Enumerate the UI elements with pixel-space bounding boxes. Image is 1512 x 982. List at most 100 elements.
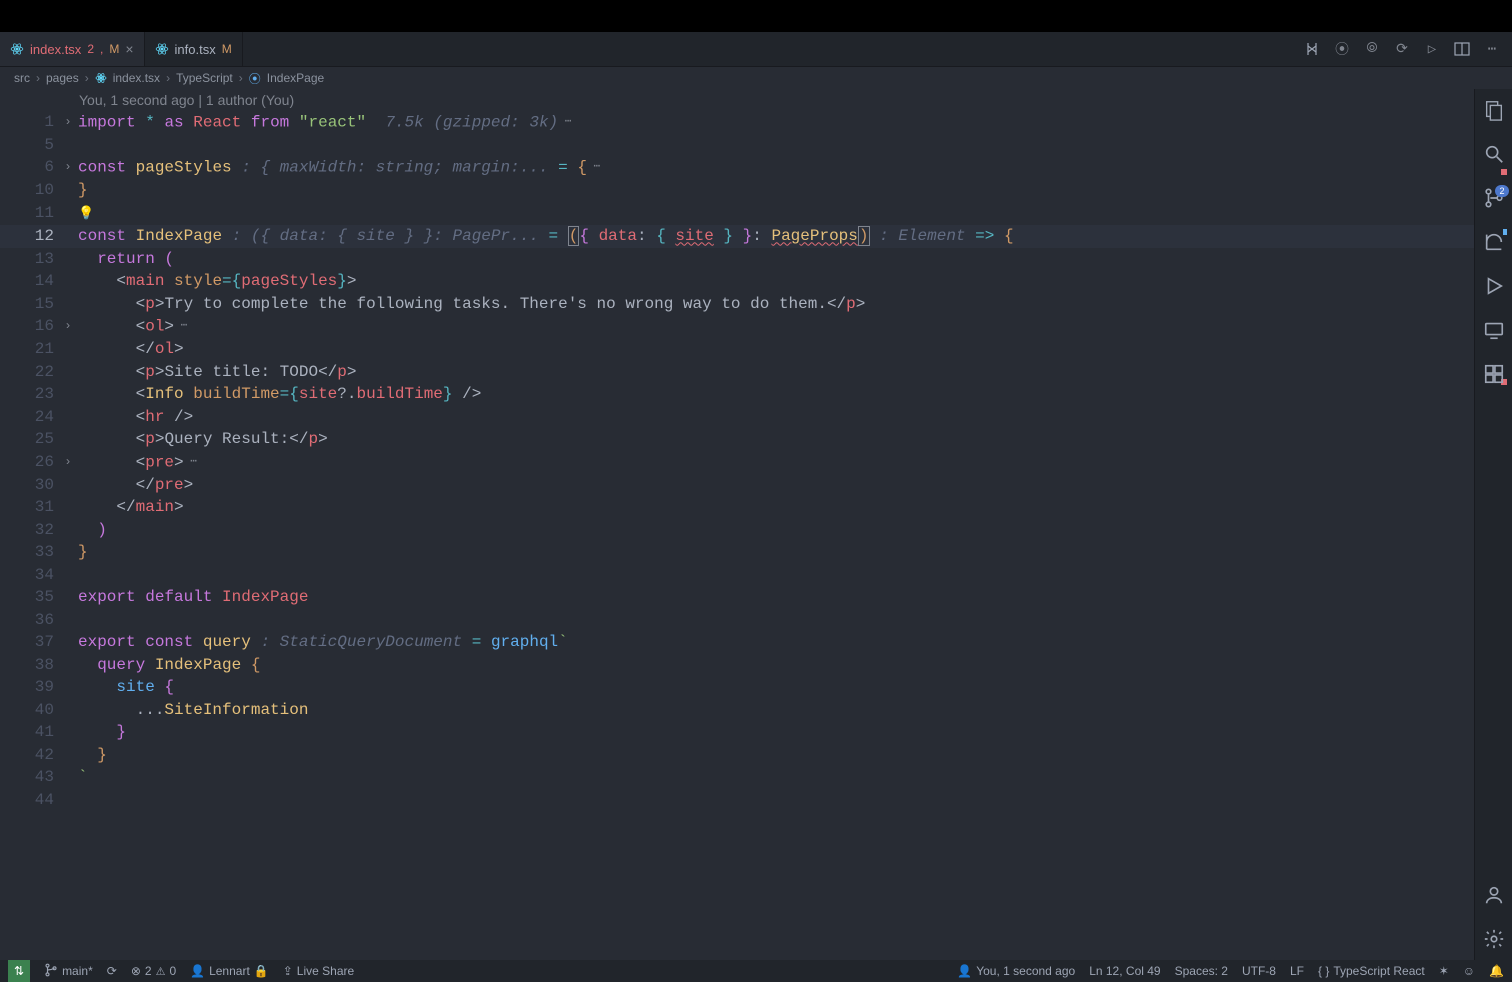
code-line[interactable]: 36 [0, 609, 1474, 632]
code-line[interactable]: 42 } [0, 744, 1474, 767]
code-content[interactable]: query IndexPage { [78, 654, 1474, 677]
code-line[interactable]: 39 site { [0, 676, 1474, 699]
remote-indicator[interactable]: ⇅ [8, 960, 30, 982]
code-line[interactable]: 5 [0, 134, 1474, 157]
line-number[interactable]: 38 [0, 654, 58, 677]
accounts-icon[interactable] [1483, 884, 1505, 906]
line-number[interactable]: 13 [0, 248, 58, 271]
code-line[interactable]: 16› <ol> ⋯ [0, 315, 1474, 338]
code-line[interactable]: 21 </ol> [0, 338, 1474, 361]
breadcrumbs[interactable]: src› pages› index.tsx› TypeScript› ⦿ Ind… [0, 67, 1512, 89]
language-mode[interactable]: { }TypeScript React [1318, 964, 1425, 978]
line-number[interactable]: 33 [0, 541, 58, 564]
code-content[interactable]: ` [78, 766, 1474, 789]
settings-gear-icon[interactable] [1483, 928, 1505, 950]
code-line[interactable]: 22 <p>Site title: TODO</p> [0, 361, 1474, 384]
code-content[interactable]: </main> [78, 496, 1474, 519]
encoding-indicator[interactable]: UTF-8 [1242, 964, 1276, 978]
line-number[interactable]: 6 [0, 156, 58, 179]
code-line[interactable]: 35 export default IndexPage [0, 586, 1474, 609]
code-line[interactable]: 34 [0, 564, 1474, 587]
code-content[interactable]: <p>Try to complete the following tasks. … [78, 293, 1474, 316]
code-content[interactable]: const IndexPage : ({ data: { site } }: P… [78, 225, 1474, 248]
code-line[interactable]: 24 <hr /> [0, 406, 1474, 429]
code-line[interactable]: 15 <p>Try to complete the following task… [0, 293, 1474, 316]
code-line[interactable]: 1›import * as React from "react" 7.5k (g… [0, 111, 1474, 134]
code-content[interactable] [78, 134, 1474, 157]
line-number[interactable]: 32 [0, 519, 58, 542]
explorer-icon[interactable] [1483, 99, 1505, 121]
run-debug-icon[interactable] [1483, 275, 1505, 297]
code-line[interactable]: 41 } [0, 721, 1474, 744]
line-number[interactable]: 36 [0, 609, 58, 632]
source-control-icon[interactable]: 2 [1483, 187, 1505, 209]
breadcrumb-item[interactable]: src [14, 71, 30, 85]
line-number[interactable]: 31 [0, 496, 58, 519]
code-line[interactable]: 44 [0, 789, 1474, 812]
code-line[interactable]: 6›const pageStyles : { maxWidth: string;… [0, 156, 1474, 179]
blame-indicator[interactable]: 👤You, 1 second ago [957, 964, 1075, 978]
tab-index-tsx[interactable]: index.tsx 2, M × [0, 32, 145, 66]
code-content[interactable]: } [78, 721, 1474, 744]
breadcrumb-item[interactable]: TypeScript [176, 71, 233, 85]
code-content[interactable]: import * as React from "react" 7.5k (gzi… [78, 111, 1474, 134]
code-line[interactable]: 11 💡 [0, 202, 1474, 226]
code-content[interactable] [78, 789, 1474, 812]
cursor-position[interactable]: Ln 12, Col 49 [1089, 964, 1160, 978]
feedback-icon[interactable]: ☺ [1463, 964, 1475, 978]
code-content[interactable]: const pageStyles : { maxWidth: string; m… [78, 156, 1474, 179]
liveshare-button[interactable]: ⇪Live Share [283, 964, 354, 978]
fold-toggle[interactable]: › [58, 156, 78, 179]
code-content[interactable]: </ol> [78, 338, 1474, 361]
search-icon[interactable] [1483, 143, 1505, 165]
line-number[interactable]: 30 [0, 474, 58, 497]
line-number[interactable]: 35 [0, 586, 58, 609]
line-number[interactable]: 22 [0, 361, 58, 384]
code-content[interactable]: } [78, 744, 1474, 767]
line-number[interactable]: 15 [0, 293, 58, 316]
code-content[interactable]: export const query : StaticQueryDocument… [78, 631, 1474, 654]
code-line[interactable]: 30 </pre> [0, 474, 1474, 497]
line-number[interactable]: 39 [0, 676, 58, 699]
line-number[interactable]: 43 [0, 766, 58, 789]
code-content[interactable]: 💡 [78, 202, 1474, 226]
code-line[interactable]: 37 export const query : StaticQueryDocume… [0, 631, 1474, 654]
go-back-icon[interactable]: ⦿ [1334, 41, 1350, 57]
code-line[interactable]: 13 return ( [0, 248, 1474, 271]
code-line[interactable]: 23 <Info buildTime={site?.buildTime} /> [0, 383, 1474, 406]
code-line[interactable]: 38 query IndexPage { [0, 654, 1474, 677]
breadcrumb-item[interactable]: index.tsx [113, 71, 160, 85]
line-number[interactable]: 1 [0, 111, 58, 134]
eol-indicator[interactable]: LF [1290, 964, 1304, 978]
code-content[interactable]: } [78, 179, 1474, 202]
code-line[interactable]: 43 ` [0, 766, 1474, 789]
code-content[interactable]: return ( [78, 248, 1474, 271]
extensions-icon[interactable] [1483, 363, 1505, 385]
line-number[interactable]: 16 [0, 315, 58, 338]
code-scroll-container[interactable]: 1›import * as React from "react" 7.5k (g… [0, 111, 1474, 960]
code-line[interactable]: 10} [0, 179, 1474, 202]
line-number[interactable]: 26 [0, 451, 58, 474]
code-line[interactable]: 32 ) [0, 519, 1474, 542]
code-content[interactable]: <p>Query Result:</p> [78, 428, 1474, 451]
line-number[interactable]: 24 [0, 406, 58, 429]
code-content[interactable] [78, 609, 1474, 632]
fold-toggle[interactable]: › [58, 451, 78, 474]
code-content[interactable]: <p>Site title: TODO</p> [78, 361, 1474, 384]
line-number[interactable]: 21 [0, 338, 58, 361]
split-editor-icon[interactable] [1454, 41, 1470, 57]
line-number[interactable]: 34 [0, 564, 58, 587]
tab-close-icon[interactable]: × [125, 42, 133, 56]
code-content[interactable]: } [78, 541, 1474, 564]
rerun-icon[interactable]: ⟳ [1394, 41, 1410, 57]
line-number[interactable]: 37 [0, 631, 58, 654]
code-line[interactable]: 14 <main style={pageStyles}> [0, 270, 1474, 293]
breadcrumb-item[interactable]: pages [46, 71, 79, 85]
gitlens-codelens[interactable]: You, 1 second ago | 1 author (You) [0, 89, 1474, 111]
code-content[interactable]: export default IndexPage [78, 586, 1474, 609]
code-content[interactable]: <ol> ⋯ [78, 315, 1474, 338]
user-indicator[interactable]: 👤Lennart 🔒 [190, 964, 269, 978]
line-number[interactable]: 11 [0, 202, 58, 226]
run-icon[interactable]: ▷ [1424, 41, 1440, 57]
indentation-indicator[interactable]: Spaces: 2 [1175, 964, 1228, 978]
